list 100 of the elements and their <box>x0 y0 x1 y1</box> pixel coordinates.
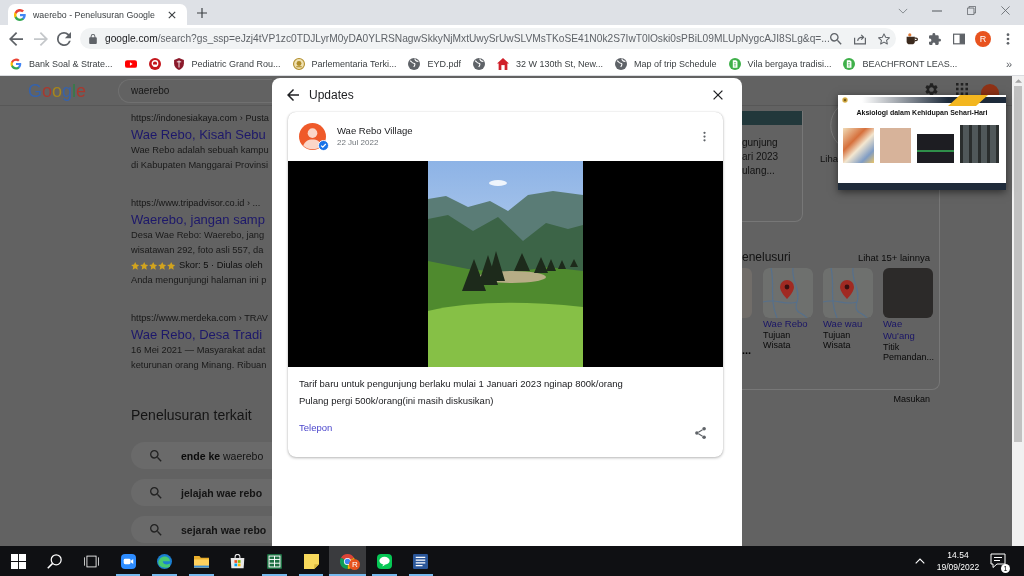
place-name[interactable]: Wae wau <box>823 318 863 330</box>
more-options-icon[interactable] <box>1006 32 1010 45</box>
close-icon[interactable] <box>713 90 723 100</box>
apps-grid-icon[interactable] <box>956 83 968 95</box>
shield-icon <box>172 57 185 70</box>
map-pin-icon <box>780 280 794 299</box>
search-icon[interactable] <box>47 553 63 569</box>
phone-link[interactable]: Telepon <box>299 420 333 436</box>
search-icon <box>150 486 162 499</box>
puzzle-icon[interactable] <box>929 32 941 45</box>
bookmark-link[interactable]: Bank Soal & Strate... <box>10 57 113 70</box>
spreadsheet-icon <box>266 553 282 569</box>
search-icon <box>150 449 162 462</box>
bookmark-star-icon[interactable] <box>877 32 890 45</box>
preview-text: gunjung ari 2023 ulang... <box>742 136 779 178</box>
reload-icon[interactable] <box>57 31 71 46</box>
star-icon <box>148 261 158 270</box>
painting-picture <box>843 128 874 163</box>
star-icon <box>157 261 167 270</box>
photo-placeholder <box>742 111 802 125</box>
related-search-chip[interactable]: sejarah wae rebo <box>131 516 272 543</box>
post-date: 22 Jul 2022 <box>337 137 379 149</box>
result-title[interactable]: Wae Rebo, Kisah Sebu <box>131 126 266 143</box>
lock-icon[interactable] <box>89 33 97 44</box>
result-url: https://www.tripadvisor.co.id › ... <box>131 197 261 210</box>
visited-note: Anda mengunjungi halaman ini p <box>131 274 267 287</box>
ring-logo-icon[interactable] <box>148 57 161 70</box>
browser-tab[interactable]: waerebo - Penelusuran Google <box>8 4 187 25</box>
bookmark-link[interactable]: Parlementaria Terki... <box>292 57 397 70</box>
accent-stripe <box>948 95 988 106</box>
document-icon <box>413 553 429 569</box>
sticky-note-icon <box>303 553 319 569</box>
profile-button[interactable]: R <box>975 30 991 47</box>
scrollbar-track[interactable] <box>1012 76 1024 546</box>
magnifier-icon[interactable] <box>829 32 842 45</box>
see-more-link[interactable]: Lihat 15+ lainnya <box>857 251 930 263</box>
search-icon <box>150 523 162 536</box>
clock-date[interactable]: 19/09/2022 <box>936 561 980 573</box>
bookmark-link[interactable]: Vila bergaya tradisi... <box>728 57 832 70</box>
address-bar[interactable]: google.com/search?gs_ssp=eJzj4tVP1zc0TDJLyrM0yDA0YLRSNagwSkkyNjMxtUwySrUwSLVMsTKoSE41N0k2S7IwT0lOski0sPBiL09MLUpNygcAJI8SLg&q=... <box>80 28 896 49</box>
close-tab-icon[interactable] <box>168 10 176 19</box>
update-card-preview[interactable]: gunjung ari 2023 ulang... <box>742 111 803 222</box>
settings-icon[interactable] <box>925 83 938 96</box>
result-title[interactable]: Waerebo, jangan samp <box>131 211 265 228</box>
result-snippet: Desa Wae Rebo: Waerebo, jang wisatawan 292, foto asli 557, da <box>131 229 265 257</box>
back-icon[interactable] <box>9 31 23 46</box>
folder-icon <box>193 553 209 569</box>
map-thumbnail[interactable] <box>763 268 813 318</box>
notification-icon[interactable] <box>990 553 1006 569</box>
globe-icon <box>615 57 628 70</box>
related-search-chip[interactable]: ende ke waerebo <box>131 442 272 469</box>
url-text: google.com/search?gs_ssp=eJzj4tVP1zc0TDJLyrM0yDA0YLRSNagwSkkyNjMxtUwySrUwSLVMsTKoSE41N0k2S7IwT0lOski0sPBiL09MLUpNygcAJI8SLg&q=... <box>105 33 830 44</box>
globe-icon[interactable] <box>473 57 485 70</box>
start-icon[interactable] <box>10 553 26 569</box>
g-logo-icon <box>14 8 26 21</box>
close-window-icon[interactable] <box>1000 6 1010 15</box>
place-type: Tujuan Wisata <box>763 330 792 350</box>
task-view-icon[interactable] <box>84 553 99 569</box>
star-icon <box>139 261 149 270</box>
back-arrow-icon[interactable] <box>287 89 299 101</box>
bookmark-link[interactable]: Map of trip Schedule <box>615 57 717 70</box>
bookmark-link[interactable]: BEACHFRONT LEAS... <box>843 57 958 70</box>
swirl-icon <box>157 553 173 569</box>
author-name: Wae Rebo Village <box>337 124 413 137</box>
taskbar-app-button[interactable]: R <box>329 546 366 576</box>
bookmark-link[interactable]: Pediatric Grand Rou... <box>172 57 281 70</box>
place-type: ... <box>742 344 752 356</box>
scrollbar-thumb[interactable] <box>1014 86 1022 442</box>
video-camera-icon <box>120 553 136 569</box>
shopping-bag-icon <box>230 553 246 569</box>
bookmark-link[interactable]: 32 W 130th St, New... <box>497 57 604 70</box>
star-icon <box>166 261 175 270</box>
building-icon <box>843 57 856 70</box>
building-icon <box>728 57 741 70</box>
side-panel-icon[interactable] <box>953 32 965 45</box>
related-search-chip[interactable]: jelajah wae rebo <box>131 479 272 506</box>
bookmark-link[interactable]: EYD.pdf <box>408 57 461 70</box>
profile-badge: R <box>349 559 361 570</box>
share-icon[interactable] <box>695 427 706 439</box>
map-thumbnail[interactable] <box>823 268 873 318</box>
place-type: Tujuan Wisata <box>823 330 852 350</box>
video-play-icon[interactable] <box>124 57 137 70</box>
restore-icon[interactable] <box>966 6 976 15</box>
chevron-up-icon[interactable] <box>915 558 925 564</box>
place-name[interactable]: Wae Rebo <box>763 318 808 330</box>
globe-icon <box>408 57 421 70</box>
cup-icon[interactable] <box>906 32 918 45</box>
more-bookmarks-button[interactable]: » <box>1005 57 1012 70</box>
place-name[interactable]: Wae Wu'ang <box>883 318 933 342</box>
new-tab-icon[interactable] <box>197 7 207 18</box>
feedback-link[interactable]: Masukan <box>893 393 930 405</box>
more-label[interactable]: Liha <box>820 152 838 166</box>
rating-text: Skor: 5 · Diulas oleh <box>178 259 263 272</box>
result-url: https://indonesiakaya.com › Pusta <box>131 112 269 125</box>
star-icon <box>131 261 140 270</box>
result-title[interactable]: Wae Rebo, Desa Tradi <box>131 326 263 343</box>
more-options-icon[interactable] <box>703 131 706 142</box>
clock-time[interactable]: 14.54 <box>947 549 969 561</box>
related-heading: Penelusuran terkait <box>131 406 252 425</box>
share-icon[interactable] <box>853 32 866 45</box>
